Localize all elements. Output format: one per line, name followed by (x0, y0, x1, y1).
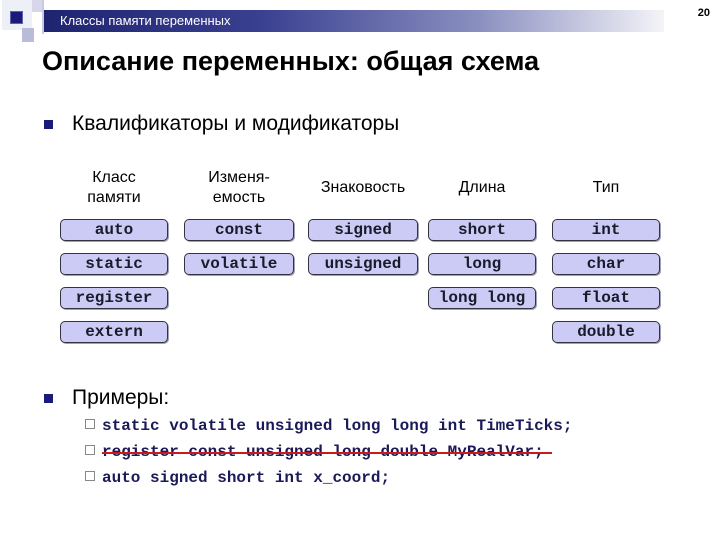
example-line-struck: register const unsigned long double MyRe… (85, 442, 552, 462)
header-line: памяти (87, 189, 141, 206)
section-header: Классы памяти переменных (44, 10, 664, 32)
strikethrough-line (102, 452, 552, 454)
keyword-extern: extern (60, 321, 168, 343)
column-header-storage-class: Класс памяти (60, 168, 168, 208)
bullet-examples: Примеры: (72, 386, 170, 409)
keyword-float: float (552, 287, 660, 309)
page-number: 20 (697, 7, 710, 19)
keyword-const: const (184, 219, 294, 241)
header-line: Класс (92, 169, 136, 186)
example-code: static volatile unsigned long long int T… (102, 417, 573, 435)
square-bullet-icon (44, 120, 53, 129)
keyword-static: static (60, 253, 168, 275)
column-header-length: Длина (428, 178, 536, 198)
decor-square-dark (10, 11, 23, 24)
header-line: Длина (458, 179, 506, 196)
keyword-double: double (552, 321, 660, 343)
header-line: емость (212, 189, 266, 206)
example-line: auto signed short int x_coord; (85, 468, 390, 488)
hollow-square-bullet-icon (85, 445, 95, 455)
header-line: Тип (592, 179, 620, 196)
header-line: Знаковость (320, 179, 406, 196)
keyword-long: long (428, 253, 536, 275)
hollow-square-bullet-icon (85, 471, 95, 481)
example-code: auto signed short int x_coord; (102, 469, 391, 487)
keyword-short: short (428, 219, 536, 241)
slide-title: Описание переменных: общая схема (42, 46, 540, 76)
keyword-register: register (60, 287, 168, 309)
keyword-char: char (552, 253, 660, 275)
column-header-type: Тип (552, 178, 660, 198)
column-header-signedness: Знаковость (308, 178, 418, 198)
decor-square (22, 28, 34, 42)
example-line: static volatile unsigned long long int T… (85, 416, 572, 436)
header-line: Изменя- (208, 169, 270, 186)
section-title: Классы памяти переменных (60, 13, 231, 28)
keyword-long-long: long long (428, 287, 536, 309)
square-bullet-icon (44, 394, 53, 403)
hollow-square-bullet-icon (85, 419, 95, 429)
keyword-signed: signed (308, 219, 418, 241)
keyword-int: int (552, 219, 660, 241)
keyword-volatile: volatile (184, 253, 294, 275)
column-header-mutability: Изменя- емость (184, 168, 294, 208)
keyword-auto: auto (60, 219, 168, 241)
keyword-unsigned: unsigned (308, 253, 418, 275)
bullet-qualifiers: Квалификаторы и модификаторы (72, 112, 400, 135)
